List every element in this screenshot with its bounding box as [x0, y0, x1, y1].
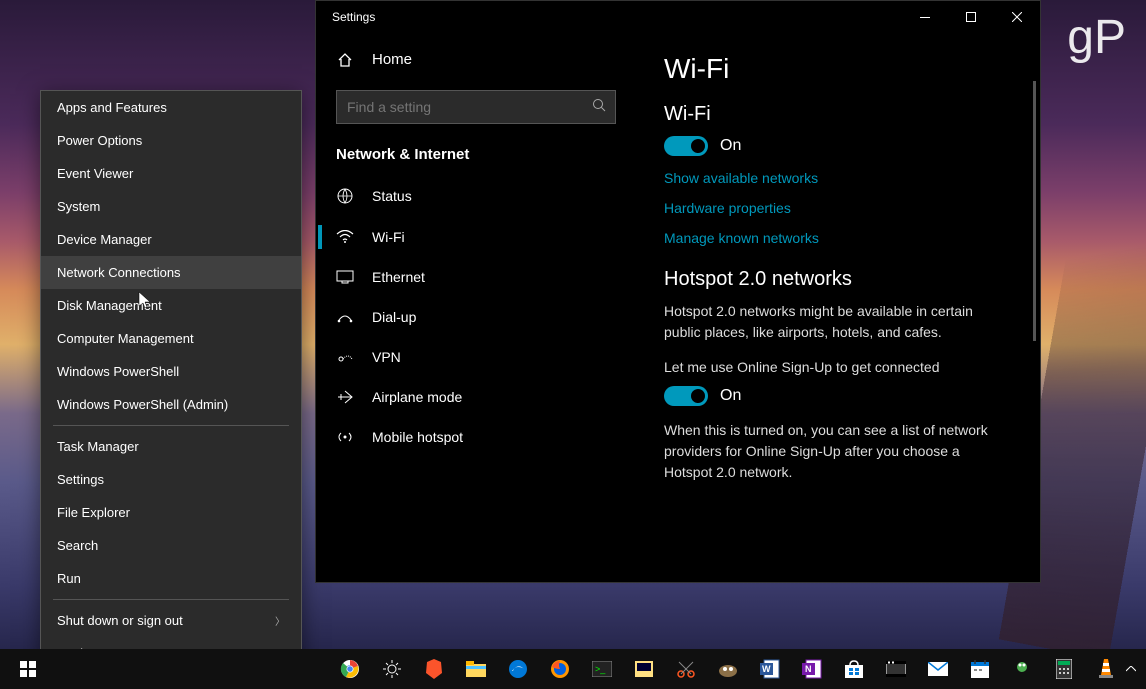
- ctx-network-connections[interactable]: Network Connections: [41, 256, 301, 289]
- close-button[interactable]: [994, 1, 1040, 33]
- settings-content: Wi-Fi Wi-Fi On Show available networks H…: [636, 33, 1040, 582]
- nav-item-airplane[interactable]: Airplane mode: [316, 377, 636, 417]
- winx-context-menu: Apps and Features Power Options Event Vi…: [40, 90, 302, 671]
- wifi-toggle-label: On: [720, 137, 741, 155]
- tray-chevron-icon[interactable]: [1126, 666, 1136, 672]
- taskbar-edge-icon[interactable]: [498, 649, 538, 689]
- nav-item-label: Mobile hotspot: [372, 429, 463, 445]
- ethernet-icon: [336, 270, 354, 284]
- vpn-icon: [336, 350, 354, 364]
- ctx-apps-features[interactable]: Apps and Features: [41, 91, 301, 124]
- minimize-button[interactable]: [902, 1, 948, 33]
- svg-text:>_: >_: [595, 664, 606, 674]
- svg-text:W: W: [762, 664, 771, 674]
- ctx-task-manager[interactable]: Task Manager: [41, 430, 301, 463]
- nav-item-label: Wi-Fi: [372, 229, 405, 245]
- scrollbar[interactable]: [1033, 81, 1036, 341]
- taskbar: >_ W N: [0, 649, 1146, 689]
- online-signup-label: Let me use Online Sign-Up to get connect…: [664, 357, 1010, 378]
- hotspot-heading: Hotspot 2.0 networks: [664, 268, 1010, 291]
- taskbar-video-icon[interactable]: [876, 649, 916, 689]
- taskbar-mail-icon[interactable]: [918, 649, 958, 689]
- taskbar-chrome-icon[interactable]: [330, 649, 370, 689]
- ctx-separator: [53, 599, 289, 600]
- taskbar-firefox-icon[interactable]: [540, 649, 580, 689]
- hotspot-icon: [336, 429, 354, 445]
- ctx-file-explorer[interactable]: File Explorer: [41, 496, 301, 529]
- status-icon: [336, 187, 354, 205]
- dialup-icon: [336, 310, 354, 324]
- taskbar-calendar-icon[interactable]: [960, 649, 1000, 689]
- taskbar-word-icon[interactable]: W: [750, 649, 790, 689]
- online-signup-description: When this is turned on, you can see a li…: [664, 420, 1010, 483]
- ctx-shutdown[interactable]: Shut down or sign out 〉: [41, 604, 301, 637]
- window-title: Settings: [332, 10, 375, 24]
- system-tray[interactable]: [1126, 666, 1140, 672]
- taskbar-gimp-icon[interactable]: [708, 649, 748, 689]
- ctx-run[interactable]: Run: [41, 562, 301, 595]
- ctx-settings[interactable]: Settings: [41, 463, 301, 496]
- hotspot-description: Hotspot 2.0 networks might be available …: [664, 301, 1010, 343]
- nav-item-vpn[interactable]: VPN: [316, 337, 636, 377]
- nav-search[interactable]: [336, 90, 616, 124]
- maximize-button[interactable]: [948, 1, 994, 33]
- nav-item-status[interactable]: Status: [316, 175, 636, 217]
- nav-home[interactable]: Home: [316, 41, 636, 78]
- ctx-powershell-admin[interactable]: Windows PowerShell (Admin): [41, 388, 301, 421]
- nav-item-label: Dial-up: [372, 309, 416, 325]
- search-input[interactable]: [336, 90, 616, 124]
- nav-category-heading: Network & Internet: [316, 140, 636, 175]
- watermark-logo: gP: [1067, 10, 1126, 65]
- ctx-disk-management[interactable]: Disk Management: [41, 289, 301, 322]
- link-hardware-properties[interactable]: Hardware properties: [664, 200, 1010, 216]
- taskbar-store-icon[interactable]: [834, 649, 874, 689]
- taskbar-terminal-icon[interactable]: >_: [582, 649, 622, 689]
- airplane-icon: [336, 389, 354, 405]
- nav-item-ethernet[interactable]: Ethernet: [316, 257, 636, 297]
- taskbar-snip-icon[interactable]: [666, 649, 706, 689]
- nav-item-wifi[interactable]: Wi-Fi: [316, 217, 636, 257]
- ctx-separator: [53, 425, 289, 426]
- ctx-powershell[interactable]: Windows PowerShell: [41, 355, 301, 388]
- taskbar-calc-icon[interactable]: [1044, 649, 1084, 689]
- nav-item-label: Status: [372, 188, 412, 204]
- svg-text:N: N: [805, 664, 812, 674]
- taskbar-brave-icon[interactable]: [414, 649, 454, 689]
- home-icon: [336, 52, 354, 68]
- wifi-section-heading: Wi-Fi: [664, 103, 1010, 126]
- ctx-computer-management[interactable]: Computer Management: [41, 322, 301, 355]
- settings-nav: Home Network & Internet Status Wi-Fi: [316, 33, 636, 582]
- ctx-system[interactable]: System: [41, 190, 301, 223]
- taskbar-vpn-app-icon[interactable]: [1002, 649, 1042, 689]
- nav-item-label: Airplane mode: [372, 389, 462, 405]
- online-signup-toggle[interactable]: [664, 386, 708, 406]
- nav-home-label: Home: [372, 51, 412, 68]
- taskbar-putty-icon[interactable]: [624, 649, 664, 689]
- nav-item-label: VPN: [372, 349, 401, 365]
- taskbar-brightness-icon[interactable]: [372, 649, 412, 689]
- settings-window: Settings Home Network &: [315, 0, 1041, 583]
- ctx-event-viewer[interactable]: Event Viewer: [41, 157, 301, 190]
- nav-item-label: Ethernet: [372, 269, 425, 285]
- titlebar[interactable]: Settings: [316, 1, 1040, 33]
- ctx-search[interactable]: Search: [41, 529, 301, 562]
- wifi-icon: [336, 230, 354, 244]
- chevron-right-icon: 〉: [275, 613, 285, 628]
- taskbar-apps: >_ W N: [330, 649, 1126, 689]
- online-signup-toggle-label: On: [720, 387, 741, 405]
- link-show-networks[interactable]: Show available networks: [664, 170, 1010, 186]
- nav-item-hotspot[interactable]: Mobile hotspot: [316, 417, 636, 457]
- page-title: Wi-Fi: [664, 53, 1010, 85]
- ctx-power-options[interactable]: Power Options: [41, 124, 301, 157]
- taskbar-explorer-icon[interactable]: [456, 649, 496, 689]
- nav-item-dialup[interactable]: Dial-up: [316, 297, 636, 337]
- taskbar-onenote-icon[interactable]: N: [792, 649, 832, 689]
- search-icon: [592, 98, 606, 112]
- start-button[interactable]: [6, 649, 50, 689]
- wifi-toggle[interactable]: [664, 136, 708, 156]
- ctx-device-manager[interactable]: Device Manager: [41, 223, 301, 256]
- taskbar-vlc-icon[interactable]: [1086, 649, 1126, 689]
- link-manage-networks[interactable]: Manage known networks: [664, 230, 1010, 246]
